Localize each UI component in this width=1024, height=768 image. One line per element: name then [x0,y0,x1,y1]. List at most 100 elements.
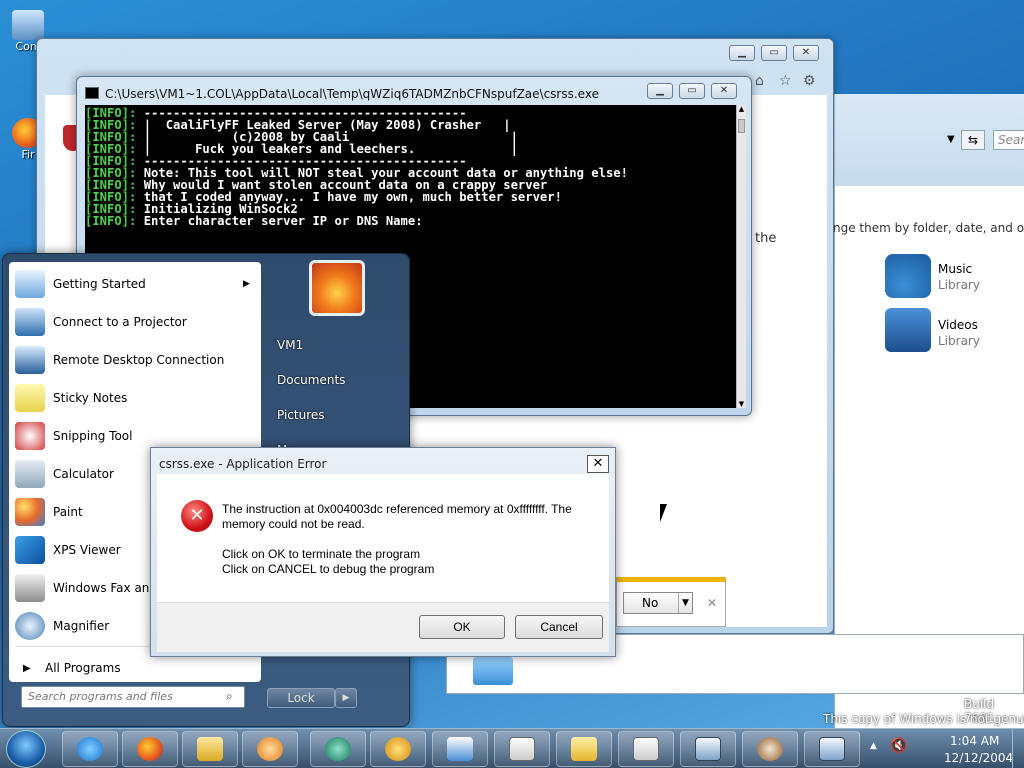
calculator-icon [15,460,45,488]
magnifier-icon [15,612,45,640]
start-button[interactable] [6,730,46,768]
dialog-title: csrss.exe - Application Error [159,457,327,471]
media-player-icon [257,737,283,761]
prompt-bar: No ▼ ✕ [616,577,726,627]
tray-network-error-icon[interactable]: 🔇 [890,738,907,754]
taskbar-ie-document[interactable] [432,731,488,767]
library-name: Videos [938,318,978,332]
xps-viewer-icon [15,536,45,564]
search-input[interactable]: Sear [993,130,1024,150]
library-music[interactable]: Music Library [885,254,1024,300]
computer-icon [12,10,44,40]
ok-button[interactable]: OK [419,615,505,639]
console-title: C:\Users\VM1~1.COL\AppData\Local\Temp\qW… [105,87,599,101]
lock-options-button[interactable]: ▶ [335,688,357,708]
close-icon[interactable]: ✕ [707,596,717,610]
partial-text: the [755,231,777,246]
paint-icon [15,498,45,526]
snipping-tool-icon [15,422,45,450]
error-instruction-ok: Click on OK to terminate the program [222,547,421,561]
dialog-close-button[interactable]: ✕ [587,455,609,473]
dialog-body: ✕ The instruction at 0x004003dc referenc… [157,474,609,652]
library-videos[interactable]: Videos Library [885,308,1024,354]
program-sticky-notes[interactable]: Sticky Notes [15,380,255,416]
taskbar-window[interactable] [680,731,736,767]
minimize-button[interactable]: ▁ [729,45,755,61]
taskbar-firefox[interactable] [122,731,178,767]
minimize-button[interactable]: ▁ [647,83,673,99]
answer-select[interactable]: No ▼ [623,592,693,614]
error-instruction-cancel: Click on CANCEL to debug the program [222,562,435,576]
taskbar-exe[interactable] [494,731,550,767]
close-button[interactable]: ✕ [793,45,819,61]
start-right-user[interactable]: VM1 [277,338,303,352]
folder-icon [473,657,513,685]
error-icon: ✕ [181,500,213,532]
scroll-thumb[interactable] [738,119,745,133]
mouse-cursor [660,504,674,522]
close-button[interactable]: ✕ [711,83,737,99]
scroll-down-icon[interactable]: ▼ [737,400,746,408]
taskbar-exe-2[interactable] [618,731,674,767]
library-sub: Library [938,278,980,292]
taskbar-coffee[interactable] [742,731,798,767]
taskbar-ie[interactable] [62,731,118,767]
start-right-pictures[interactable]: Pictures [277,408,325,422]
music-library-icon [885,254,931,298]
exe-icon-2 [633,737,659,761]
dialog-footer: OK Cancel [157,602,609,652]
taskbar-explorer[interactable] [182,731,238,767]
genuine-notice: This copy of Windows is not genuine [823,712,1024,726]
answer-value: No [642,596,659,610]
console-scrollbar[interactable]: ▲ ▼ [736,105,746,408]
sticky-notes-icon [15,384,45,412]
maximize-button[interactable]: ▭ [761,45,787,61]
start-right-documents[interactable]: Documents [277,373,345,387]
start-search-input[interactable]: Search programs and files ⌕ [21,686,245,708]
window-icon-2 [819,737,845,761]
lock-button[interactable]: Lock [267,688,335,708]
gear-icon[interactable]: ⚙ [803,73,816,89]
app-icon [325,737,351,761]
taskbar-time[interactable]: 1:04 AM [950,734,999,748]
refresh-button[interactable]: ⇆ [961,130,985,150]
console-app-icon [85,87,99,99]
ie-document-icon [447,737,473,761]
home-icon[interactable]: ⌂ [755,73,764,89]
chevron-down-icon: ▼ [678,593,692,613]
favorites-icon[interactable]: ☆ [779,73,792,89]
taskbar-app[interactable] [310,731,366,767]
fax-icon [15,574,45,602]
chevron-right-icon: ▶ [243,279,250,289]
maximize-button[interactable]: ▭ [679,83,705,99]
taskbar-window-2[interactable] [804,731,860,767]
error-message: The instruction at 0x004003dc referenced… [222,502,572,531]
explorer-icon [197,737,223,761]
folder-icon [571,737,597,761]
taskbar-folder[interactable] [556,731,612,767]
tray-show-hidden-icon[interactable]: ▲ [870,741,877,751]
library-sub: Library [938,334,980,348]
cancel-button[interactable]: Cancel [515,615,603,639]
taskbar-media-player[interactable] [242,731,298,767]
getting-started-icon [15,270,45,298]
firefox-icon [137,737,163,761]
chevron-down-icon[interactable]: ▼ [947,134,955,145]
taskbar-date[interactable]: 12/12/2004 [944,751,1013,765]
library-name: Music [938,262,973,276]
application-error-dialog[interactable]: csrss.exe - Application Error ✕ ✕ The in… [150,447,616,657]
user-avatar[interactable] [309,260,365,316]
taskbar-medal-app[interactable] [370,731,426,767]
taskbar: ▲ 🔇 1:04 AM 12/12/2004 [0,728,1024,768]
libraries-window[interactable]: ▼ ⇆ Sear nge them by folder, date, and o… [833,94,1024,728]
scroll-up-icon[interactable]: ▲ [737,105,746,113]
program-remote-desktop[interactable]: Remote Desktop Connection [15,342,255,378]
library-hint: nge them by folder, date, and other [833,221,1024,235]
program-projector[interactable]: Connect to a Projector [15,304,255,340]
remote-desktop-icon [15,346,45,374]
internet-explorer-icon [77,737,103,761]
show-desktop-button[interactable] [1012,729,1024,768]
program-getting-started[interactable]: Getting Started ▶ [15,266,255,302]
exe-icon [509,737,535,761]
medal-app-icon [385,737,411,761]
